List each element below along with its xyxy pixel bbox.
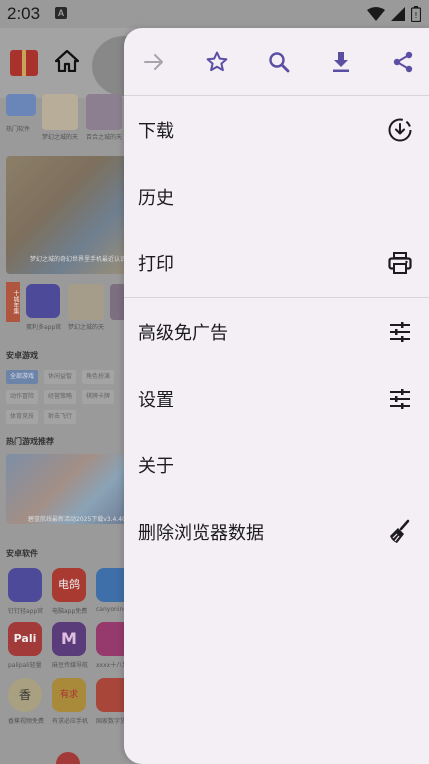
status-time: 2:03: [7, 4, 41, 23]
menu-item-label: 设置: [138, 390, 174, 411]
divider: [124, 95, 429, 96]
menu-item-label: 关于: [138, 456, 174, 477]
svg-text:!: !: [414, 11, 417, 20]
bottom-nav-badge: [56, 752, 80, 764]
app-icon: [8, 568, 42, 602]
chip: 经营策略: [44, 390, 76, 404]
bg-label: 香蕉视频免费: [8, 718, 45, 725]
broom-icon: [387, 519, 413, 545]
menu-item-label: 下载: [138, 121, 174, 142]
find-in-page-button[interactable]: [265, 48, 293, 76]
bg-label: canyoning: [96, 606, 128, 613]
notification-icon: A: [55, 7, 67, 19]
section-title: 热门游戏推荐: [6, 437, 54, 446]
divider: [124, 297, 429, 298]
menu-item-download[interactable]: 下载: [124, 97, 429, 163]
share-icon: [393, 51, 413, 73]
bg-label: palipali轻量: [8, 662, 42, 669]
chip: 角色扮演: [82, 370, 114, 384]
menu-item-label: 删除浏览器数据: [138, 523, 264, 544]
chip: 棋牌卡牌: [82, 390, 114, 404]
download-circle-icon: [387, 117, 413, 143]
bg-label: 梦幻之城的天: [68, 324, 105, 331]
section-title: 安卓游戏: [6, 351, 38, 360]
thumbnail: [6, 94, 36, 116]
overflow-menu: 下载 历史 打印 高级免广告 设置 关于 删除浏览器数据: [124, 28, 429, 764]
chip: 休闲益智: [44, 370, 76, 384]
app-icon: 有求: [52, 678, 86, 712]
thumbnail: [42, 94, 78, 130]
section-title: 安卓软件: [6, 549, 38, 558]
menu-item-print[interactable]: 打印: [124, 230, 429, 296]
menu-item-clear-browsing-data[interactable]: 删除浏览器数据: [124, 499, 429, 565]
bg-label: 梦幻之城的天: [42, 134, 79, 141]
menu-item-about[interactable]: 关于: [124, 432, 429, 498]
download-page-button[interactable]: [327, 48, 355, 76]
app-icon: M: [52, 622, 86, 656]
gift-icon: [10, 50, 38, 76]
star-outline-icon: [206, 51, 228, 72]
home-icon: [55, 50, 79, 72]
side-badge: 十城年集: [6, 282, 20, 322]
search-icon: [269, 52, 290, 73]
bg-label: 电脑app免费: [52, 608, 88, 615]
printer-icon: [387, 250, 413, 276]
app-icon: 香: [8, 678, 42, 712]
banner-caption: 梦幻之城的奇幻世界里手机最近认识: [30, 256, 127, 263]
menu-toolbar: [124, 28, 429, 95]
download-icon: [333, 52, 349, 72]
share-button[interactable]: [389, 48, 417, 76]
menu-item-settings[interactable]: 设置: [124, 366, 429, 432]
menu-item-label: 高级免广告: [138, 323, 228, 344]
wifi-icon: [367, 7, 385, 21]
app-icon: 电鸽: [52, 568, 86, 602]
chip: 全部游戏: [6, 370, 38, 384]
tune-icon: [387, 319, 413, 345]
status-bar: 2:03 A !: [0, 0, 429, 28]
menu-item-label: 打印: [138, 254, 174, 275]
chip: 射击飞行: [44, 410, 76, 424]
chip: 动作冒险: [6, 390, 38, 404]
menu-item-premium-adblock[interactable]: 高级免广告: [124, 299, 429, 365]
bg-label: 热门软件: [6, 126, 31, 133]
app-icon: [26, 284, 60, 318]
signal-icon: [391, 7, 405, 21]
menu-item-history[interactable]: 历史: [124, 164, 429, 230]
tune-icon: [387, 386, 413, 412]
thumbnail: [86, 94, 122, 130]
chip: 体育竞技: [6, 410, 38, 424]
forward-button[interactable]: [140, 48, 168, 76]
bookmark-button[interactable]: [203, 48, 231, 76]
thumbnail: [68, 284, 104, 320]
bg-label: 蛋利多app官: [26, 324, 62, 331]
menu-item-label: 历史: [138, 188, 174, 209]
battery-icon: !: [411, 6, 421, 22]
bg-label: 百合之城的天: [86, 134, 123, 141]
bg-label: 有求必应手机: [52, 718, 89, 725]
bg-label: 钉钉轻app官: [8, 608, 44, 615]
arrow-forward-icon: [144, 54, 163, 70]
bg-label: 麻豆传媒导航: [52, 662, 89, 669]
app-icon: Pali: [8, 622, 42, 656]
status-icons: !: [367, 6, 421, 22]
